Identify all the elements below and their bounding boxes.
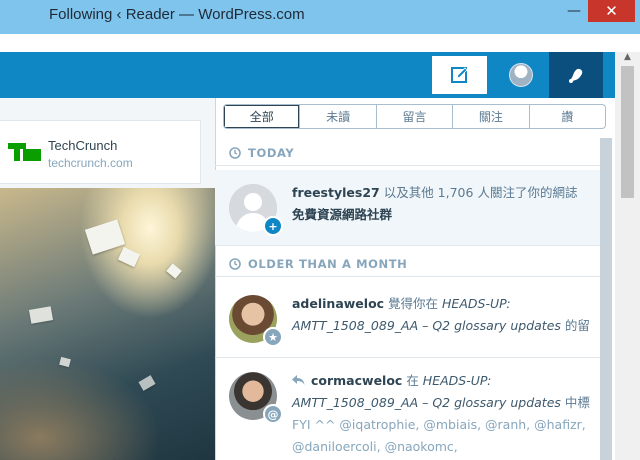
notification-item[interactable]: ★ adelinaweloc 覺得你在 HEADS-UP: AMTT_1508_… xyxy=(215,281,600,358)
notifications-scrollbar-thumb[interactable] xyxy=(600,138,612,460)
follow-plus-icon: + xyxy=(263,216,283,236)
window-titlebar: Following ‹ Reader — WordPress.com — ✕ xyxy=(0,0,640,34)
bell-icon xyxy=(569,68,583,83)
tab-likes[interactable]: 讚 xyxy=(528,105,605,128)
paper-shape xyxy=(28,306,54,324)
comment-excerpt: FYI ^^ @iqatrophie, @mbiais, @ranh, @haf… xyxy=(292,417,586,454)
me-button[interactable] xyxy=(497,56,545,94)
section-header-today: TODAY xyxy=(215,140,600,166)
reply-icon xyxy=(292,375,305,385)
notification-body-tail: 中標 xyxy=(560,395,590,410)
scroll-up-icon[interactable]: ▲ xyxy=(615,52,640,66)
edit-icon xyxy=(450,67,468,83)
techcrunch-logo-icon xyxy=(8,143,41,161)
section-title: TODAY xyxy=(248,145,295,160)
clock-icon xyxy=(229,146,241,159)
notification-text: adelinaweloc 覺得你在 HEADS-UP: AMTT_1508_08… xyxy=(292,293,592,337)
notification-body-tail: 的留 xyxy=(560,318,590,333)
notification-user[interactable]: freestyles27 xyxy=(292,185,380,200)
notification-text: cormacweloc 在 HEADS-UP: AMTT_1508_089_AA… xyxy=(292,370,592,458)
scrollbar-thumb[interactable] xyxy=(621,66,634,198)
notification-item[interactable]: + freestyles27 以及其他 1,706 人關注了你的網誌 免費資源網… xyxy=(215,170,600,246)
tab-all[interactable]: 全部 xyxy=(224,105,300,128)
paper-shape xyxy=(166,263,182,279)
masterbar xyxy=(0,52,615,98)
notification-site[interactable]: 免費資源網路社群 xyxy=(292,207,392,222)
star-icon: ★ xyxy=(263,327,283,347)
close-button[interactable]: ✕ xyxy=(588,0,635,22)
notifications-button[interactable] xyxy=(549,52,603,98)
notification-body: 以及其他 1,706 人關注了你的網誌 xyxy=(379,185,578,200)
browser-strip xyxy=(0,34,640,52)
tab-unread[interactable]: 未讀 xyxy=(299,105,375,128)
site-url[interactable]: techcrunch.com xyxy=(48,156,133,170)
paper-shape xyxy=(117,246,141,268)
site-card[interactable]: TechCrunch techcrunch.com xyxy=(0,120,201,184)
paper-shape xyxy=(84,219,126,255)
featured-image[interactable] xyxy=(0,188,215,460)
avatar-icon xyxy=(509,63,533,87)
section-header-older: OLDER THAN A MONTH xyxy=(215,251,600,277)
minimize-button[interactable]: — xyxy=(560,0,588,22)
tab-comments[interactable]: 留言 xyxy=(375,105,452,128)
site-name[interactable]: TechCrunch xyxy=(48,138,117,153)
write-button[interactable] xyxy=(432,56,487,94)
notification-item[interactable]: @ cormacweloc 在 HEADS-UP: AMTT_1508_089_… xyxy=(215,358,600,460)
paper-shape xyxy=(59,356,71,368)
notification-body: 覺得你在 xyxy=(384,296,443,311)
page-scrollbar[interactable]: ▲ xyxy=(615,52,640,460)
notification-filters: 全部 未讀 留言 關注 讚 xyxy=(223,104,606,129)
clock-icon xyxy=(229,257,241,270)
notifications-scrollbar[interactable] xyxy=(600,138,612,460)
reader-stream: TechCrunch techcrunch.com xyxy=(0,98,215,460)
notification-user[interactable]: cormacweloc xyxy=(311,373,402,388)
window-title: Following ‹ Reader — WordPress.com xyxy=(49,6,305,23)
notification-user[interactable]: adelinaweloc xyxy=(292,296,384,311)
paper-shape xyxy=(138,375,156,391)
at-icon: @ xyxy=(263,404,283,424)
notification-text: freestyles27 以及其他 1,706 人關注了你的網誌 免費資源網路社… xyxy=(292,182,592,226)
tab-follows[interactable]: 關注 xyxy=(452,105,528,128)
notification-body: 在 xyxy=(402,373,423,388)
section-title: OLDER THAN A MONTH xyxy=(248,256,408,271)
